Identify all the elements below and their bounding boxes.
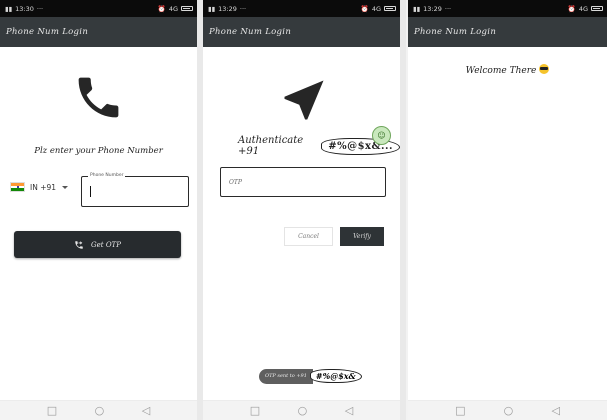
toast-message: OTP sent to +91 #%@$x&: [259, 368, 362, 384]
alarm-icon: ⏰: [157, 4, 166, 13]
navigation-arrow-icon: [284, 80, 324, 120]
system-nav-bar: □ ○ ◁: [0, 400, 197, 420]
toast-masked-number: #%@$x&: [309, 369, 362, 383]
network-label: 4G: [168, 4, 178, 13]
signal-icon: ▮▮: [208, 4, 216, 13]
network-label: 4G: [371, 4, 381, 13]
india-flag-icon: [10, 182, 25, 192]
recents-button[interactable]: □: [47, 405, 57, 416]
recents-button[interactable]: □: [250, 405, 260, 416]
battery-icon: [181, 6, 193, 11]
status-time: 13:30: [15, 4, 34, 13]
status-bar: ▮▮ 13:29 ··· ⏰ 4G: [203, 0, 400, 17]
app-bar: Phone Num Login: [203, 17, 400, 47]
status-bar: ▮▮ 13:29 ··· ⏰ 4G: [408, 0, 607, 17]
phone-number-input[interactable]: Phone Number: [81, 173, 189, 207]
avatar-icon: ☺: [372, 126, 391, 145]
app-bar: Phone Num Login: [408, 17, 607, 47]
more-icon: ···: [444, 4, 452, 13]
back-button[interactable]: ◁: [551, 405, 559, 416]
chevron-down-icon: [62, 185, 69, 189]
alarm-icon: ⏰: [360, 4, 369, 13]
status-time: 13:29: [423, 4, 442, 13]
screen-welcome: ▮▮ 13:29 ··· ⏰ 4G Phone Num Login Welcom…: [408, 0, 607, 420]
app-title: Phone Num Login: [209, 27, 292, 37]
app-title: Phone Num Login: [414, 27, 497, 37]
status-time: 13:29: [218, 4, 237, 13]
network-label: 4G: [578, 4, 588, 13]
alarm-icon: ⏰: [567, 4, 576, 13]
phone-icon: [78, 77, 119, 118]
system-nav-bar: □ ○ ◁: [408, 400, 607, 420]
more-icon: ···: [239, 4, 247, 13]
phone-forward-icon: [75, 240, 83, 249]
phone-prompt: Plz enter your Phone Number: [34, 146, 163, 156]
home-button[interactable]: ○: [504, 405, 514, 416]
otp-input[interactable]: OTP: [220, 167, 386, 197]
screen-otp-verify: ▮▮ 13:29 ··· ⏰ 4G Phone Num Login Authen…: [203, 0, 400, 420]
cancel-button[interactable]: Cancel: [284, 227, 333, 246]
status-bar: ▮▮ 13:30 ··· ⏰ 4G: [0, 0, 197, 17]
country-code: IN +91: [30, 182, 57, 192]
signal-icon: ▮▮: [413, 4, 421, 13]
welcome-message: Welcome There: [408, 64, 607, 76]
phone-field-label: Phone Number: [88, 173, 126, 178]
battery-icon: [384, 6, 396, 11]
country-picker[interactable]: IN +91: [10, 182, 69, 192]
signal-icon: ▮▮: [5, 4, 13, 13]
verify-button[interactable]: Verify: [340, 227, 384, 246]
more-icon: ···: [36, 4, 44, 13]
otp-placeholder: OTP: [229, 178, 242, 186]
back-button[interactable]: ◁: [345, 405, 353, 416]
get-otp-button[interactable]: Get OTP: [14, 231, 181, 258]
system-nav-bar: □ ○ ◁: [203, 400, 400, 420]
recents-button[interactable]: □: [455, 405, 465, 416]
toast-text: OTP sent to +91: [259, 368, 313, 384]
get-otp-label: Get OTP: [91, 240, 121, 249]
welcome-text: Welcome There: [465, 66, 537, 76]
screen-phone-entry: ▮▮ 13:30 ··· ⏰ 4G Phone Num Login Plz en…: [0, 0, 197, 420]
back-button[interactable]: ◁: [142, 405, 150, 416]
battery-icon: [591, 6, 603, 11]
home-button[interactable]: ○: [298, 405, 308, 416]
app-title: Phone Num Login: [6, 27, 89, 37]
home-button[interactable]: ○: [95, 405, 105, 416]
authenticate-label: Authenticate +91: [238, 135, 304, 157]
sunglasses-emoji-icon: [539, 64, 550, 74]
text-cursor: [90, 186, 91, 197]
app-bar: Phone Num Login: [0, 17, 197, 47]
